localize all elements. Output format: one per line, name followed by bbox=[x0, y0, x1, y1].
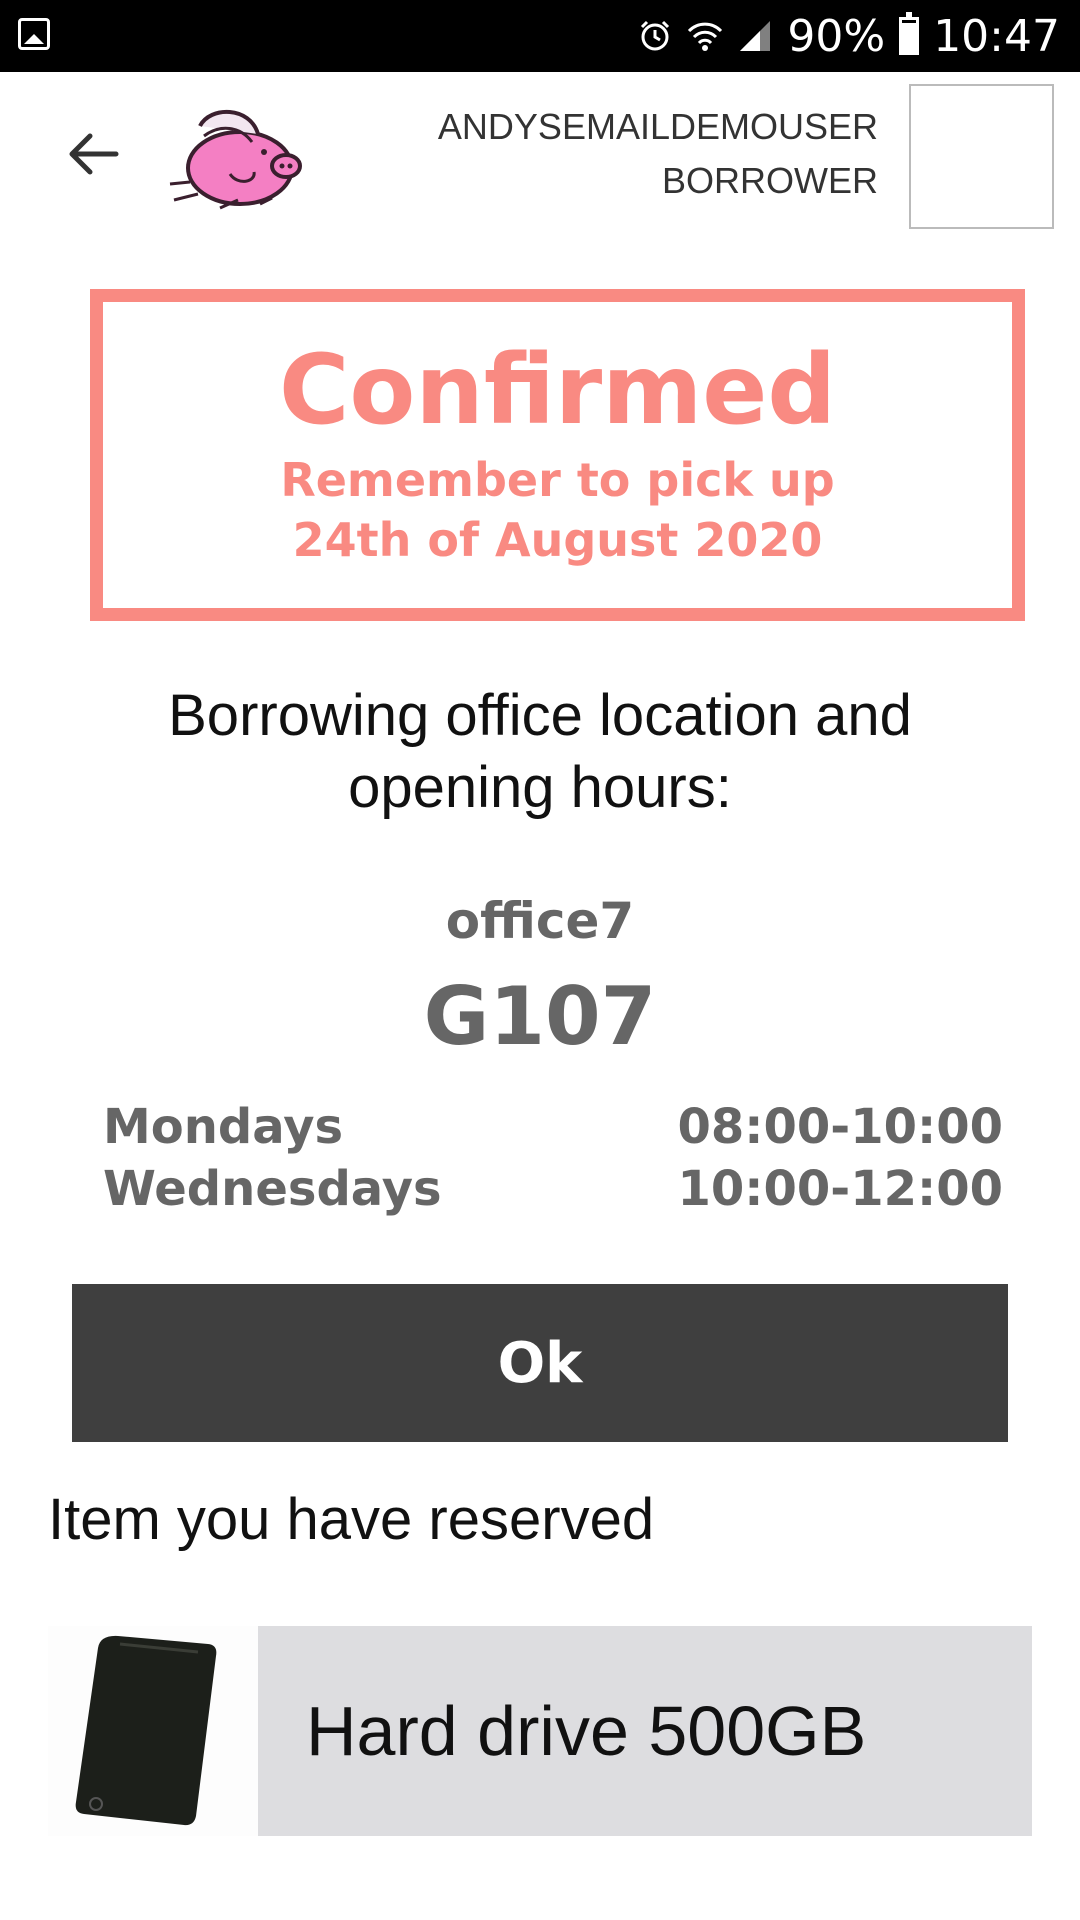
signal-icon bbox=[737, 18, 773, 54]
ok-button[interactable]: Ok bbox=[72, 1284, 1008, 1442]
location-heading-line2: opening hours: bbox=[348, 755, 732, 820]
wifi-icon bbox=[687, 18, 723, 54]
item-name: Hard drive 500GB bbox=[306, 1692, 867, 1770]
pickup-date: 24th of August 2020 bbox=[292, 513, 823, 567]
item-image[interactable] bbox=[48, 1626, 258, 1836]
flying-pig-logo bbox=[160, 96, 310, 216]
reserved-heading: Item you have reserved bbox=[48, 1487, 655, 1552]
battery-percent: 90% bbox=[787, 10, 886, 62]
hours-day: Mondays bbox=[103, 1099, 344, 1155]
battery-icon bbox=[899, 12, 920, 55]
reserved-item-card[interactable]: Hard drive 500GB bbox=[258, 1626, 1032, 1836]
alarm-icon bbox=[637, 18, 673, 54]
room-number: G107 bbox=[423, 970, 657, 1063]
pickup-reminder: Remember to pick up bbox=[280, 453, 835, 507]
username: ANDYSEMAILDEMOUSER bbox=[437, 106, 878, 147]
gallery-notification-icon bbox=[18, 18, 50, 50]
confirmation-title: Confirmed bbox=[278, 334, 837, 446]
hours-row: Wednesdays 10:00-12:00 bbox=[103, 1158, 1003, 1220]
user-info: ANDYSEMAILDEMOUSER BORROWER bbox=[438, 100, 878, 208]
user-role: BORROWER bbox=[662, 160, 878, 201]
hours-row: Mondays 08:00-10:00 bbox=[103, 1096, 1003, 1158]
opening-hours: Mondays 08:00-10:00 Wednesdays 10:00-12:… bbox=[103, 1096, 1003, 1220]
confirmation-banner: Confirmed Remember to pick up 24th of Au… bbox=[90, 289, 1025, 621]
back-arrow-icon[interactable] bbox=[64, 124, 124, 184]
app-header: ANDYSEMAILDEMOUSER BORROWER bbox=[0, 72, 1080, 247]
office-name: office7 bbox=[445, 892, 635, 950]
clock: 10:47 bbox=[933, 10, 1060, 62]
status-bar: 90% 10:47 bbox=[0, 0, 1080, 72]
location-heading: Borrowing office location and opening ho… bbox=[0, 680, 1080, 824]
hours-time: 08:00-10:00 bbox=[677, 1099, 1004, 1155]
location-heading-line1: Borrowing office location and bbox=[168, 683, 912, 748]
avatar[interactable] bbox=[909, 84, 1054, 229]
hours-day: Wednesdays bbox=[103, 1161, 442, 1217]
hours-time: 10:00-12:00 bbox=[677, 1161, 1004, 1217]
